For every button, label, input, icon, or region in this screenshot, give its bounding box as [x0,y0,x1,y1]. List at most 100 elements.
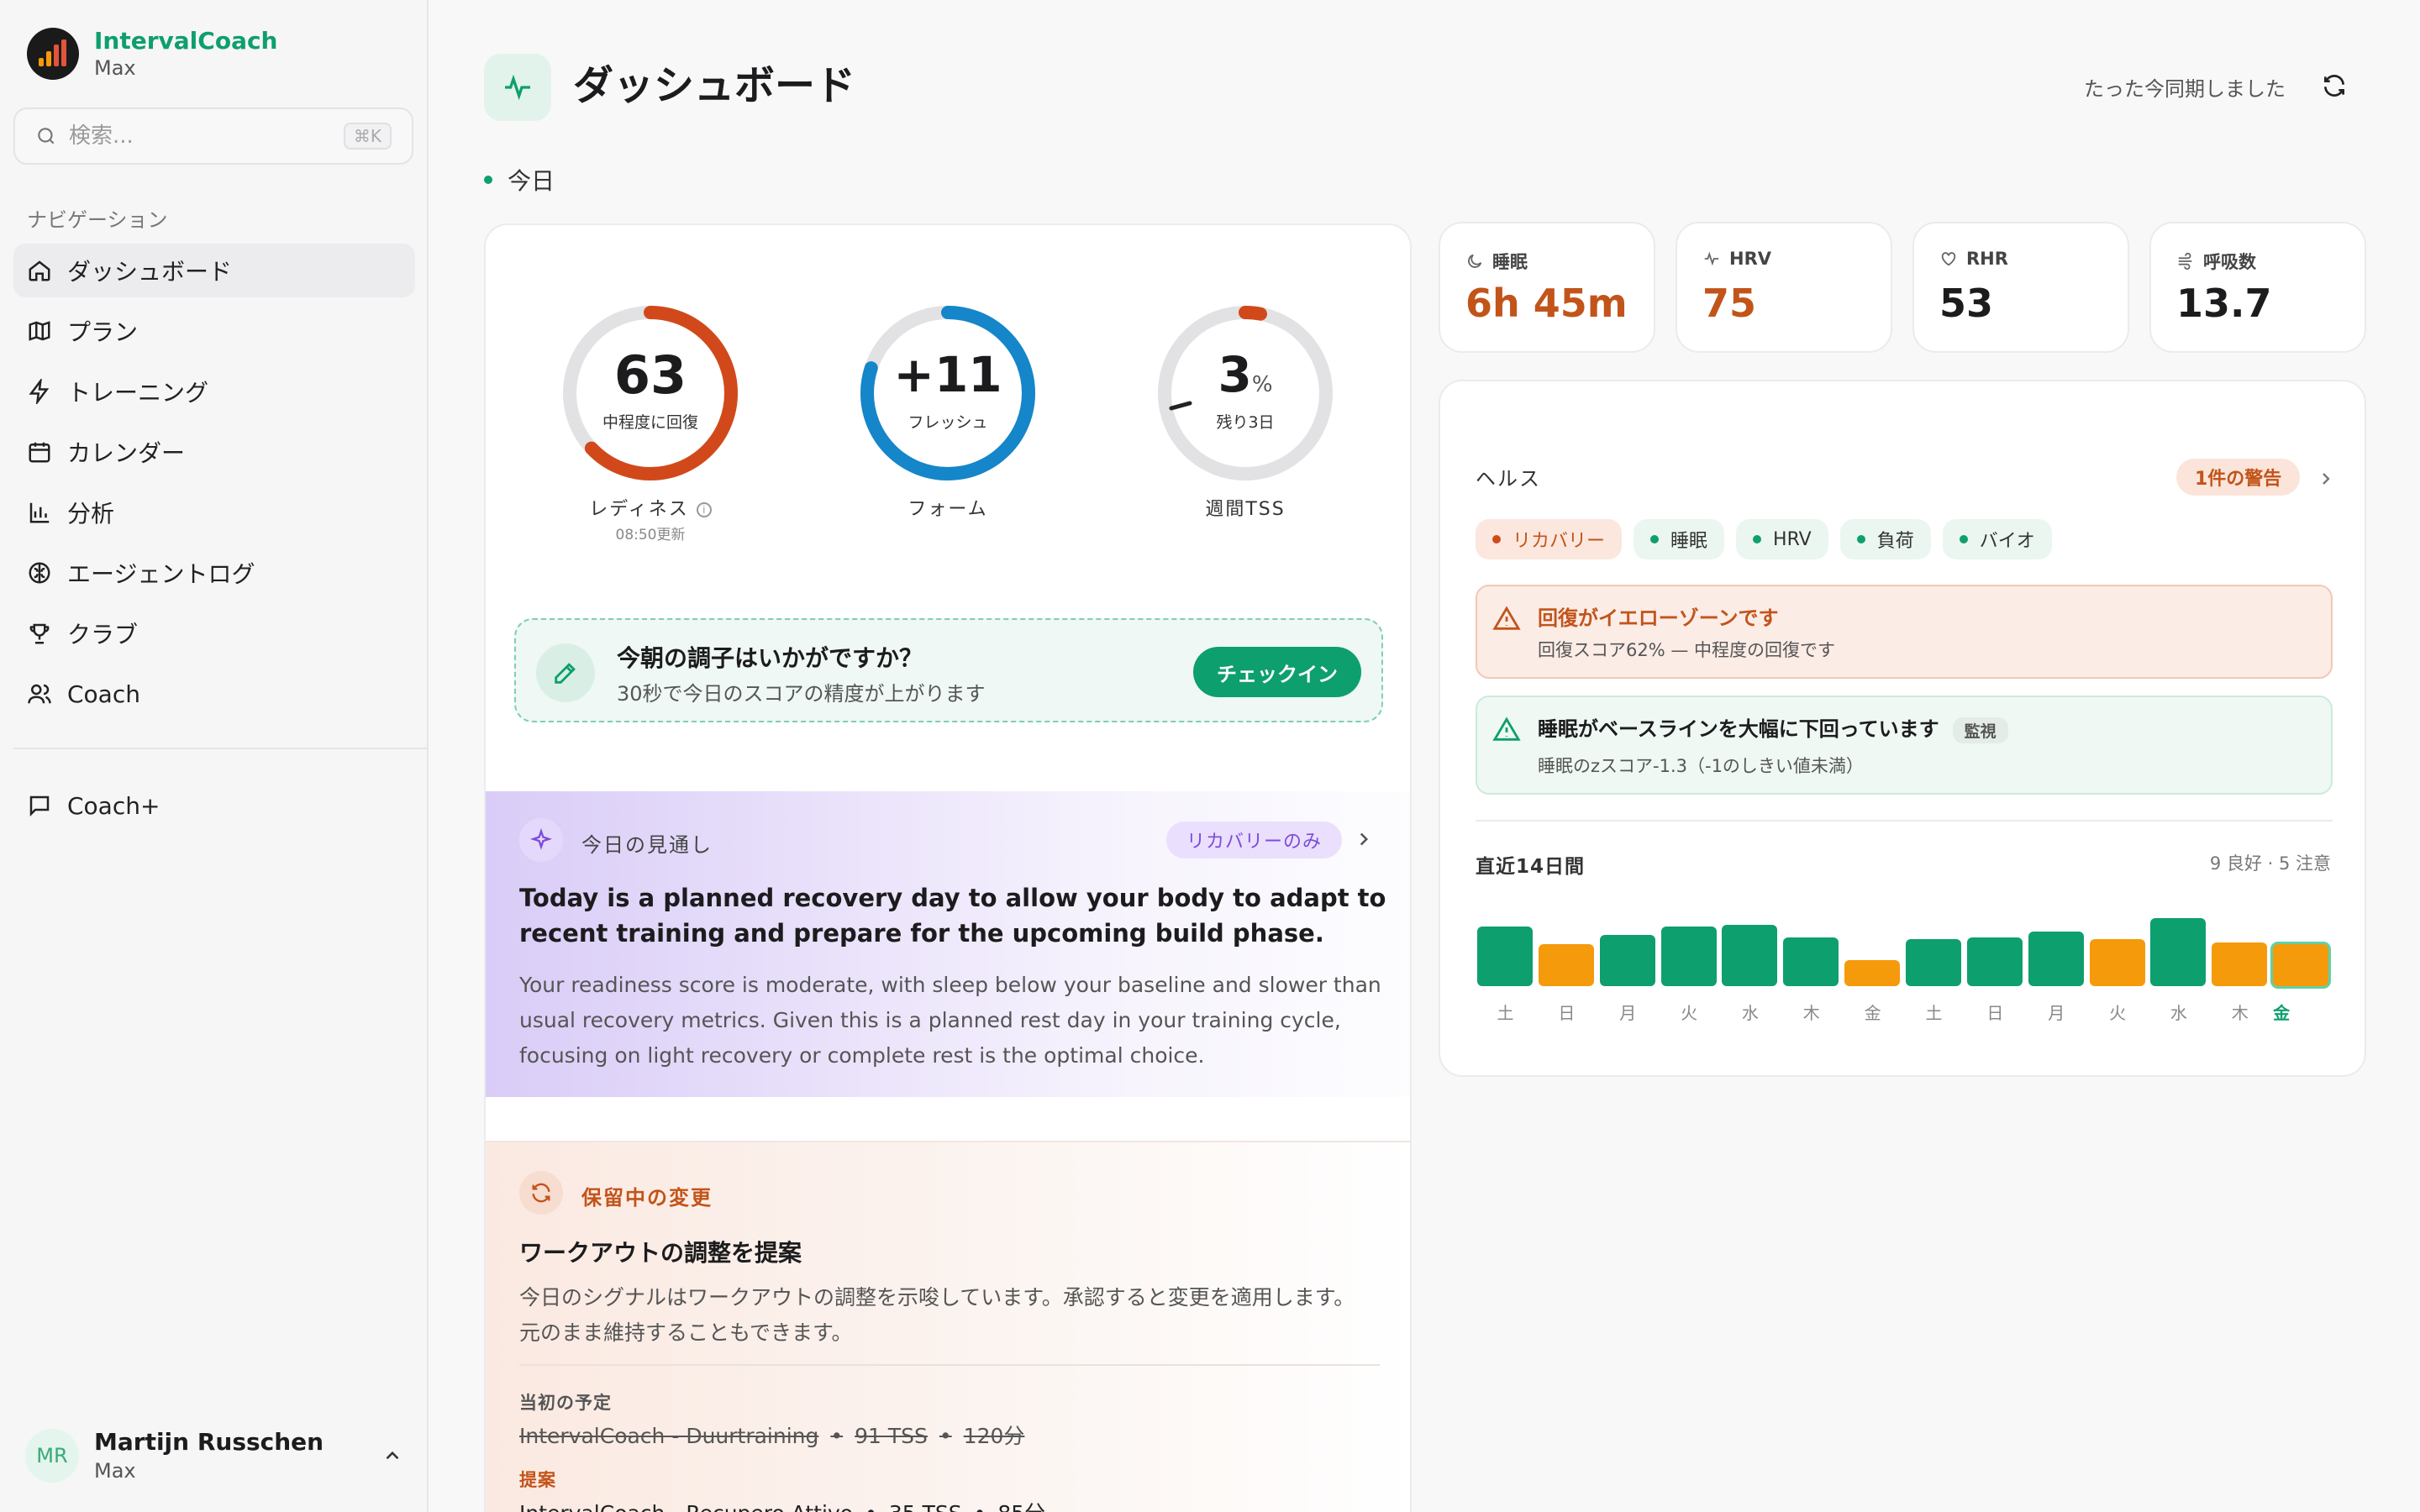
page-title: ダッシュボード [573,62,856,109]
chat-icon [29,795,50,817]
calendar-icon [29,442,50,463]
sleep-notice-title-text: 睡眠がベースラインを大幅に下回っています [1538,717,1939,741]
readiness-label-text: レディネス [589,499,689,520]
chevron-up-icon[interactable] [381,1445,403,1467]
trend-bar[interactable] [2273,944,2329,986]
chip-bio[interactable]: バイオ [1942,519,2052,559]
trend-title: 直近14日間 [1476,856,1586,878]
warning-icon [1492,606,1521,630]
app-plan: Max [94,56,136,80]
chip-load[interactable]: 負荷 [1839,519,1931,559]
trend-bar[interactable] [2150,918,2207,986]
app-name: IntervalCoach [94,27,278,55]
chevron-right-icon[interactable] [2316,469,2336,489]
trend-day-label: 火 [1681,1003,1698,1023]
status-dot [1959,535,1968,543]
info-icon[interactable]: i [696,502,712,517]
trend-bar[interactable] [2212,942,2268,986]
home-icon [29,260,50,281]
metric-card-hrv[interactable]: HRV 75 [1676,222,1892,353]
trend-bar[interactable] [1477,927,1533,986]
status-dot [1650,535,1660,543]
sidebar-item-label: 分析 [67,500,115,528]
user-name: Martijn Russchen [94,1428,324,1456]
trend-bar[interactable] [2089,939,2145,986]
tss-sub: 残り3日 [1216,413,1275,432]
main-nav: ダッシュボード プラン トレーニング カレンダー 分析 エージェントログ クラブ… [13,244,415,727]
chip-recovery[interactable]: リカバリー [1476,519,1623,559]
trend-bar[interactable] [1660,927,1717,986]
trend-day-label: 木 [1802,1003,1820,1023]
chip-sleep[interactable]: 睡眠 [1634,519,1725,559]
chip-hrv[interactable]: HRV [1736,519,1828,559]
metric-card-respiration[interactable]: 呼吸数 13.7 [2149,222,2366,353]
today-dot [484,176,492,184]
sidebar-item-analysis[interactable]: 分析 [13,486,415,539]
nav-section-label: ナビゲーション [27,208,168,232]
today-heading: 今日 [484,163,555,197]
status-dot [1753,535,1762,543]
trend-bar[interactable] [1906,939,1961,986]
form-ring[interactable]: +11 フレッシュ フォーム [855,301,1040,553]
activity-icon [505,74,530,101]
trend-bar[interactable] [1966,937,2023,986]
trend-day-label: 金 [2273,1003,2291,1023]
brand[interactable]: IntervalCoach Max [27,27,278,81]
sidebar-item-coach-plus[interactable]: Coach+ [13,779,415,832]
warning-detail: 回復スコア62% — 中程度の回復です [1538,640,1836,660]
outlook-title: Today is a planned recovery day to allow… [519,884,1386,948]
health-chips: リカバリー 睡眠 HRV 負荷 バイオ [1476,519,2064,559]
trend-bar[interactable] [1599,935,1655,986]
trend-bar[interactable] [2028,932,2084,986]
metric-card-sleep[interactable]: 睡眠 6h 45m [1439,222,1655,353]
form-value: +11 [893,346,1002,403]
readiness-label: レディネス i [558,494,743,521]
status-dot [1492,535,1501,543]
trend-bar[interactable] [1783,937,1839,986]
trend-bar[interactable] [1538,944,1594,986]
chip-label: バイオ [1979,531,2035,552]
trend-bar[interactable] [1844,960,1901,986]
chevron-right-icon[interactable] [1353,828,1375,850]
user-menu[interactable]: MR Martijn Russchen Max [25,1428,403,1483]
map-icon [29,321,50,341]
metric-value: 6h 45m [1465,281,1628,326]
warning-icon [1492,717,1521,741]
sleep-notice: 睡眠がベースラインを大幅に下回っています 監視 睡眠のzスコア-1.3（-1のしき… [1476,696,2333,795]
pulse-icon [1704,251,1719,266]
search-input[interactable] [69,123,344,149]
sleep-notice-title: 睡眠がベースラインを大幅に下回っています 監視 [1538,712,2008,743]
sidebar-item-dashboard[interactable]: ダッシュボード [13,244,415,297]
checkin-button[interactable]: チェックイン [1193,647,1361,697]
proposed-workout-tss: 35 TSS [889,1501,962,1512]
alert-count-badge[interactable]: 1件の警告 [2176,459,2301,496]
readiness-value: 63 [613,344,687,406]
sidebar-item-calendar[interactable]: カレンダー [13,425,415,479]
sidebar-item-label: カレンダー [67,439,186,467]
sidebar-item-label: Coach [67,680,140,708]
sidebar-item-training[interactable]: トレーニング [13,365,415,418]
sidebar-divider [13,748,429,749]
trophy-icon [29,623,50,644]
trend-bar[interactable] [1722,925,1778,986]
sidebar: IntervalCoach Max ⌘K ナビゲーション ダッシュボード プラン… [0,0,429,1512]
trend-day-label: 土 [1497,1003,1514,1023]
status-dot [1856,535,1865,543]
refresh-icon [2324,75,2344,97]
search-box[interactable]: ⌘K [13,108,413,165]
readiness-ring[interactable]: 63 中程度に回復 レディネス i 08:50更新 [558,301,743,553]
sidebar-item-label: クラブ [67,621,139,648]
refresh-button[interactable] [2319,71,2349,101]
sidebar-item-club[interactable]: クラブ [13,606,415,660]
original-workout-tss: 91 TSS [855,1424,928,1448]
tss-ring[interactable]: 3% 残り3日 週間TSS [1153,301,1338,553]
metric-card-rhr[interactable]: RHR 53 [1912,222,2129,353]
checkin-banner: 今朝の調子はいかがですか？ 30秒で今日のスコアの精度が上がります チェックイン [514,618,1383,722]
sidebar-item-agent-log[interactable]: エージェントログ [13,546,415,600]
sidebar-item-plan[interactable]: プラン [13,304,415,358]
metric-value: 53 [1939,281,1994,326]
outlook-section[interactable]: 今日の見通し リカバリーのみ Today is a planned recove… [486,791,1410,1097]
sidebar-item-coach[interactable]: Coach [13,667,415,721]
sidebar-item-label: トレーニング [67,379,209,407]
health-card: ヘルス 1件の警告 リカバリー 睡眠 HRV 負荷 バイオ 回復がイエローゾーン… [1439,380,2366,1077]
